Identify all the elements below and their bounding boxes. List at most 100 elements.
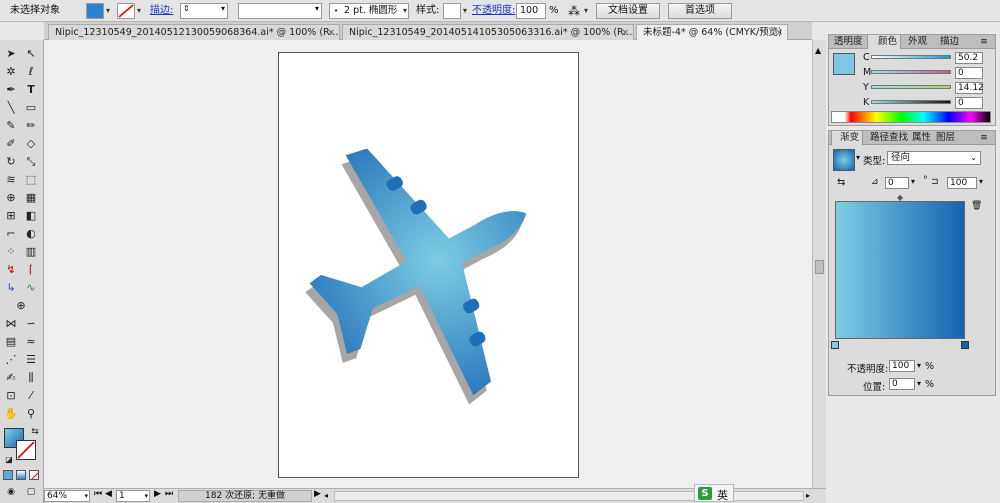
- default-colors-icon[interactable]: ◪: [0, 452, 18, 468]
- hand-tool-icon[interactable]: ✋: [2, 406, 20, 422]
- scale-tool-icon[interactable]: ⤡: [22, 154, 40, 170]
- artboard[interactable]: [278, 52, 579, 478]
- chevron-down-icon[interactable]: ▾: [461, 3, 469, 19]
- stop-opacity-input[interactable]: 100: [889, 360, 915, 372]
- channel-y-slider[interactable]: [871, 85, 951, 89]
- channel-m-input[interactable]: 0: [955, 67, 983, 79]
- color-spectrum[interactable]: [831, 111, 991, 123]
- reshape-red-tool-icon[interactable]: ⌈: [22, 262, 40, 278]
- status-menu-icon[interactable]: ▶: [314, 489, 321, 499]
- perspective-grid-tool-icon[interactable]: ▦: [22, 190, 40, 206]
- chevron-down-icon[interactable]: ▾: [135, 3, 143, 19]
- gradient-type-select[interactable]: 径向 ⌄: [887, 151, 981, 165]
- color-mode-icon[interactable]: [3, 470, 13, 480]
- current-color-swatch[interactable]: [833, 53, 855, 75]
- bar-graph-tool-icon[interactable]: ⫼: [22, 370, 40, 386]
- magic-wand-tool-icon[interactable]: ✲: [2, 64, 20, 80]
- paintbrush-tool-icon[interactable]: ✎: [2, 118, 20, 134]
- stepper-icon[interactable]: ⇕: [183, 4, 190, 13]
- width-tool-icon[interactable]: ↳: [2, 280, 20, 296]
- slice-tool-icon[interactable]: ⁄: [22, 388, 40, 404]
- column-graph-tool-icon[interactable]: ▥: [22, 244, 40, 260]
- type-tool-icon[interactable]: T: [22, 82, 40, 98]
- fill-swatch[interactable]: [86, 3, 104, 19]
- pencil-tool-icon[interactable]: ✏: [22, 118, 40, 134]
- gradient-stop-start[interactable]: [831, 341, 839, 349]
- tab-transparency[interactable]: 透明度: [831, 35, 866, 49]
- stroke-label[interactable]: 描边:: [150, 3, 173, 19]
- chevron-down-icon[interactable]: ▾: [401, 3, 409, 19]
- none-mode-icon[interactable]: [29, 470, 39, 480]
- document-setup-button[interactable]: 文档设置: [596, 3, 660, 19]
- direct-selection-tool-icon[interactable]: ↖: [22, 46, 40, 62]
- scroll-up-icon[interactable]: ▲: [815, 46, 821, 55]
- crystallize-tool-icon[interactable]: ⋰: [2, 352, 20, 368]
- zoom-select[interactable]: 64% ▾: [44, 490, 90, 502]
- delete-stop-icon[interactable]: 🗑: [971, 201, 982, 211]
- line-tool-icon[interactable]: ╲: [2, 100, 20, 116]
- reverse-gradient-icon[interactable]: ⇆: [837, 177, 845, 188]
- chevron-down-icon[interactable]: ▾: [856, 153, 860, 162]
- gradient-stop-end[interactable]: [961, 341, 969, 349]
- close-icon[interactable]: ×: [775, 25, 783, 40]
- crosshair-tool-icon[interactable]: ⊕: [12, 298, 30, 314]
- airplane-artwork[interactable]: [279, 53, 580, 479]
- align-tool-icon[interactable]: ☰: [22, 352, 40, 368]
- eraser-tool-icon[interactable]: ◇: [22, 136, 40, 152]
- channel-c-slider[interactable]: [871, 55, 951, 59]
- angle-input[interactable]: 0: [885, 177, 909, 189]
- warp-tool-icon[interactable]: ≋: [2, 172, 20, 188]
- scroll-left-icon[interactable]: ◂: [324, 491, 332, 500]
- close-icon[interactable]: ×: [327, 25, 335, 40]
- channel-k-slider[interactable]: [871, 100, 951, 104]
- bow-tool-icon[interactable]: ⋈: [2, 316, 20, 332]
- tab-attributes[interactable]: 属性: [909, 131, 934, 145]
- symbol-sprayer-tool-icon[interactable]: ⁘: [2, 244, 20, 260]
- artboard-tool-icon[interactable]: ⊡: [2, 388, 20, 404]
- zoom-tool-icon[interactable]: ⚲: [22, 406, 40, 422]
- blend-tool-icon[interactable]: ◐: [22, 226, 40, 242]
- wave-shape-tool-icon[interactable]: ∽: [22, 316, 40, 332]
- measure-tool-icon[interactable]: ✍: [2, 370, 20, 386]
- screen-mode-icon[interactable]: ▢: [22, 484, 40, 500]
- variable-width-profile[interactable]: ▾: [238, 3, 322, 19]
- tab-document-3[interactable]: 未标题-4* @ 64% (CMYK/预览) ×: [636, 24, 788, 40]
- close-icon[interactable]: ×: [621, 25, 629, 40]
- tab-document-2[interactable]: Nipic_12310549_20140514105305063316.ai* …: [342, 24, 634, 40]
- stroke-weight-field[interactable]: ⇕ ▾: [180, 3, 228, 19]
- opacity-label[interactable]: 不透明度:: [472, 3, 515, 19]
- chevron-down-icon[interactable]: ▾: [221, 4, 225, 13]
- ime-indicator[interactable]: S 英: [694, 484, 734, 502]
- panel-menu-icon[interactable]: ≡: [977, 131, 991, 145]
- warp-red-tool-icon[interactable]: ↯: [2, 262, 20, 278]
- vertical-scrollbar[interactable]: ▲: [812, 40, 826, 488]
- channel-y-input[interactable]: 14.12: [955, 82, 984, 94]
- pen-tool-icon[interactable]: ✒: [2, 82, 20, 98]
- page-select[interactable]: 1 ▾: [116, 490, 150, 502]
- tab-color[interactable]: 颜色: [867, 35, 902, 49]
- chevron-down-icon[interactable]: ▾: [582, 3, 590, 19]
- next-page-icon[interactable]: ▶: [154, 489, 161, 499]
- tab-pathfinder[interactable]: 路径查找: [867, 131, 911, 145]
- scroll-thumb[interactable]: [815, 260, 824, 274]
- chevron-down-icon[interactable]: ▾: [917, 379, 921, 388]
- prev-page-icon[interactable]: ◀: [105, 489, 112, 499]
- shape-builder-tool-icon[interactable]: ⊕: [2, 190, 20, 206]
- gradient-preview-swatch[interactable]: [833, 149, 855, 171]
- lasso-tool-icon[interactable]: ℓ: [22, 64, 40, 80]
- eyedropper-tool-icon[interactable]: ⌐: [2, 226, 20, 242]
- chevron-down-icon[interactable]: ▾: [917, 361, 921, 370]
- rectangle-tool-icon[interactable]: ▭: [22, 100, 40, 116]
- chevron-down-icon[interactable]: ▾: [104, 3, 112, 19]
- free-transform-tool-icon[interactable]: ⬚: [22, 172, 40, 188]
- grid-tool-icon[interactable]: ▤: [2, 334, 20, 350]
- channel-k-input[interactable]: 0: [955, 97, 983, 109]
- chevron-down-icon[interactable]: ▾: [979, 177, 983, 186]
- swap-icon[interactable]: ⇆: [26, 424, 44, 440]
- last-page-icon[interactable]: ⏭: [165, 489, 173, 499]
- panel-menu-icon[interactable]: ≡: [977, 35, 991, 49]
- stroke-color-swatch[interactable]: [16, 440, 36, 460]
- selection-tool-icon[interactable]: ➤: [2, 46, 20, 62]
- mesh-tool-icon[interactable]: ⊞: [2, 208, 20, 224]
- ime-mode[interactable]: 英: [717, 487, 728, 503]
